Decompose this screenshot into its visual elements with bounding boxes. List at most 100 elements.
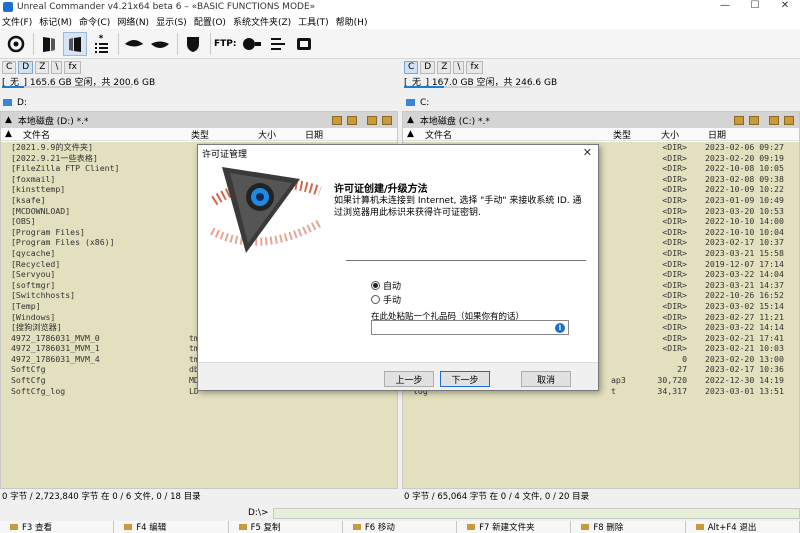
- left-drive-z[interactable]: Z: [35, 60, 50, 74]
- menu-network[interactable]: 网络(N): [117, 15, 149, 28]
- bookmark-icon[interactable]: [734, 115, 744, 125]
- right-panel-header: ▲ 本地磁盘 (C:) *.*: [403, 112, 799, 128]
- refresh-icon[interactable]: [4, 32, 28, 56]
- left-drive-network[interactable]: \: [51, 60, 63, 74]
- right-drive-fx[interactable]: fx: [466, 60, 483, 74]
- menu-tools[interactable]: 工具(T): [298, 15, 329, 28]
- command-input[interactable]: [272, 507, 800, 519]
- select-list-icon[interactable]: *: [89, 32, 113, 56]
- file-size: <DIR>: [662, 269, 687, 280]
- fkey-label: F8 删除: [593, 523, 624, 533]
- file-date: 2023-02-17 10:37: [705, 237, 784, 248]
- exit-icon: [695, 524, 704, 530]
- f8-delete-button[interactable]: F8 删除: [571, 521, 686, 533]
- ftp-connect-icon[interactable]: [240, 32, 264, 56]
- star-icon[interactable]: [367, 115, 377, 125]
- dialog-close-button[interactable]: ✕: [583, 146, 592, 159]
- left-panel-icon[interactable]: [37, 32, 61, 56]
- up-arrow-icon[interactable]: ▲: [407, 115, 414, 125]
- f6-move-button[interactable]: F6 移动: [342, 521, 458, 533]
- right-path[interactable]: C:: [406, 96, 429, 109]
- menu-commands[interactable]: 命令(C): [79, 15, 110, 28]
- file-date: 2022-10-10 10:04: [705, 226, 784, 237]
- folder-tree-icon[interactable]: [784, 115, 794, 125]
- file-size: <DIR>: [662, 184, 687, 195]
- right-drive-d[interactable]: D: [420, 60, 436, 74]
- command-line: D:\>: [0, 506, 800, 520]
- left-drive-fx[interactable]: fx: [64, 60, 81, 74]
- star-icon[interactable]: [769, 115, 779, 125]
- drive-letter: Z: [441, 62, 448, 72]
- left-drive-c[interactable]: C: [2, 60, 17, 74]
- fkey-label: F6 移动: [364, 523, 395, 533]
- ftp-list-icon[interactable]: [266, 32, 290, 56]
- previous-button[interactable]: 上一步: [384, 371, 434, 387]
- left-path[interactable]: D:: [3, 96, 27, 109]
- radio-auto[interactable]: 自动: [371, 279, 401, 292]
- next-button[interactable]: 下一步: [440, 371, 490, 387]
- gift-code-input[interactable]: i: [371, 320, 569, 335]
- delete-icon: [581, 524, 590, 530]
- file-size: <DIR>: [662, 258, 687, 269]
- file-date: 2022-12-30 14:19: [705, 375, 784, 386]
- maximize-button[interactable]: ☐: [740, 0, 770, 14]
- column-date[interactable]: 日期: [708, 128, 726, 141]
- right-drive-c[interactable]: C: [404, 60, 419, 74]
- drive-letter: D: [22, 62, 30, 72]
- column-type[interactable]: 类型: [613, 128, 631, 141]
- file-size: <DIR>: [662, 279, 687, 290]
- file-size: 0: [682, 353, 687, 364]
- eye-left-icon[interactable]: [122, 32, 146, 56]
- radio-manual-indicator: [371, 295, 380, 304]
- left-drive-d[interactable]: D: [18, 60, 34, 74]
- column-date[interactable]: 日期: [305, 128, 323, 141]
- minimize-button[interactable]: —: [710, 0, 740, 14]
- eye-right-icon[interactable]: [148, 32, 172, 56]
- f7-new-folder-button[interactable]: F7 新建文件夹: [457, 521, 572, 533]
- file-date: 2023-02-20 09:19: [705, 152, 784, 163]
- toolbar-separator: [177, 32, 178, 55]
- right-drive-network[interactable]: \: [453, 60, 465, 74]
- cancel-button[interactable]: 取消: [521, 371, 571, 387]
- menu-file[interactable]: 文件(F): [2, 15, 32, 28]
- file-date: 2023-03-22 14:14: [705, 322, 784, 333]
- right-panel-icon[interactable]: [63, 31, 87, 56]
- f3-view-button[interactable]: F3 查看: [0, 521, 115, 533]
- command-prompt: D:\>: [248, 508, 269, 518]
- file-size: <DIR>: [662, 142, 687, 152]
- bookmark-icon[interactable]: [332, 115, 342, 125]
- alt-f4-exit-button[interactable]: Alt+F4 退出: [685, 521, 800, 533]
- column-type[interactable]: 类型: [191, 128, 209, 141]
- divider: [346, 260, 586, 261]
- f4-edit-button[interactable]: F4 编辑: [114, 521, 229, 533]
- menu-help[interactable]: 帮助(H): [336, 15, 368, 28]
- close-button[interactable]: ✕: [770, 0, 800, 14]
- column-name[interactable]: 文件名: [425, 128, 452, 141]
- sort-up-icon: ▲: [5, 129, 12, 139]
- menu-mark[interactable]: 标记(M): [39, 15, 72, 28]
- up-arrow-icon[interactable]: ▲: [5, 115, 12, 125]
- file-date: 2023-03-02 15:14: [705, 300, 784, 311]
- radio-auto-label: 自动: [383, 282, 402, 292]
- file-name: SoftCfg: [11, 364, 46, 375]
- history-icon[interactable]: [347, 115, 357, 125]
- file-name: 4972_1786031_MVM_4: [11, 353, 100, 364]
- drive-letter: \: [55, 62, 59, 72]
- menu-system-folders[interactable]: 系统文件夹(Z): [233, 15, 291, 28]
- right-drive-z[interactable]: Z: [437, 60, 452, 74]
- history-icon[interactable]: [749, 115, 759, 125]
- menu-config[interactable]: 配置(O): [194, 15, 226, 28]
- file-date: 2022-10-10 14:00: [705, 216, 784, 227]
- radio-manual[interactable]: 手动: [371, 293, 401, 306]
- folder-tree-icon[interactable]: [382, 115, 392, 125]
- column-size[interactable]: 大小: [661, 128, 679, 141]
- ftp-disconnect-icon[interactable]: [292, 32, 316, 56]
- f5-copy-button[interactable]: F5 复制: [228, 521, 343, 533]
- file-type: t: [611, 385, 616, 396]
- shield-icon[interactable]: [181, 32, 205, 56]
- menu-show[interactable]: 显示(S): [156, 15, 187, 28]
- sort-up-icon: ▲: [407, 129, 414, 139]
- column-name[interactable]: 文件名: [23, 128, 50, 141]
- info-icon[interactable]: i: [555, 323, 565, 333]
- column-size[interactable]: 大小: [258, 128, 276, 141]
